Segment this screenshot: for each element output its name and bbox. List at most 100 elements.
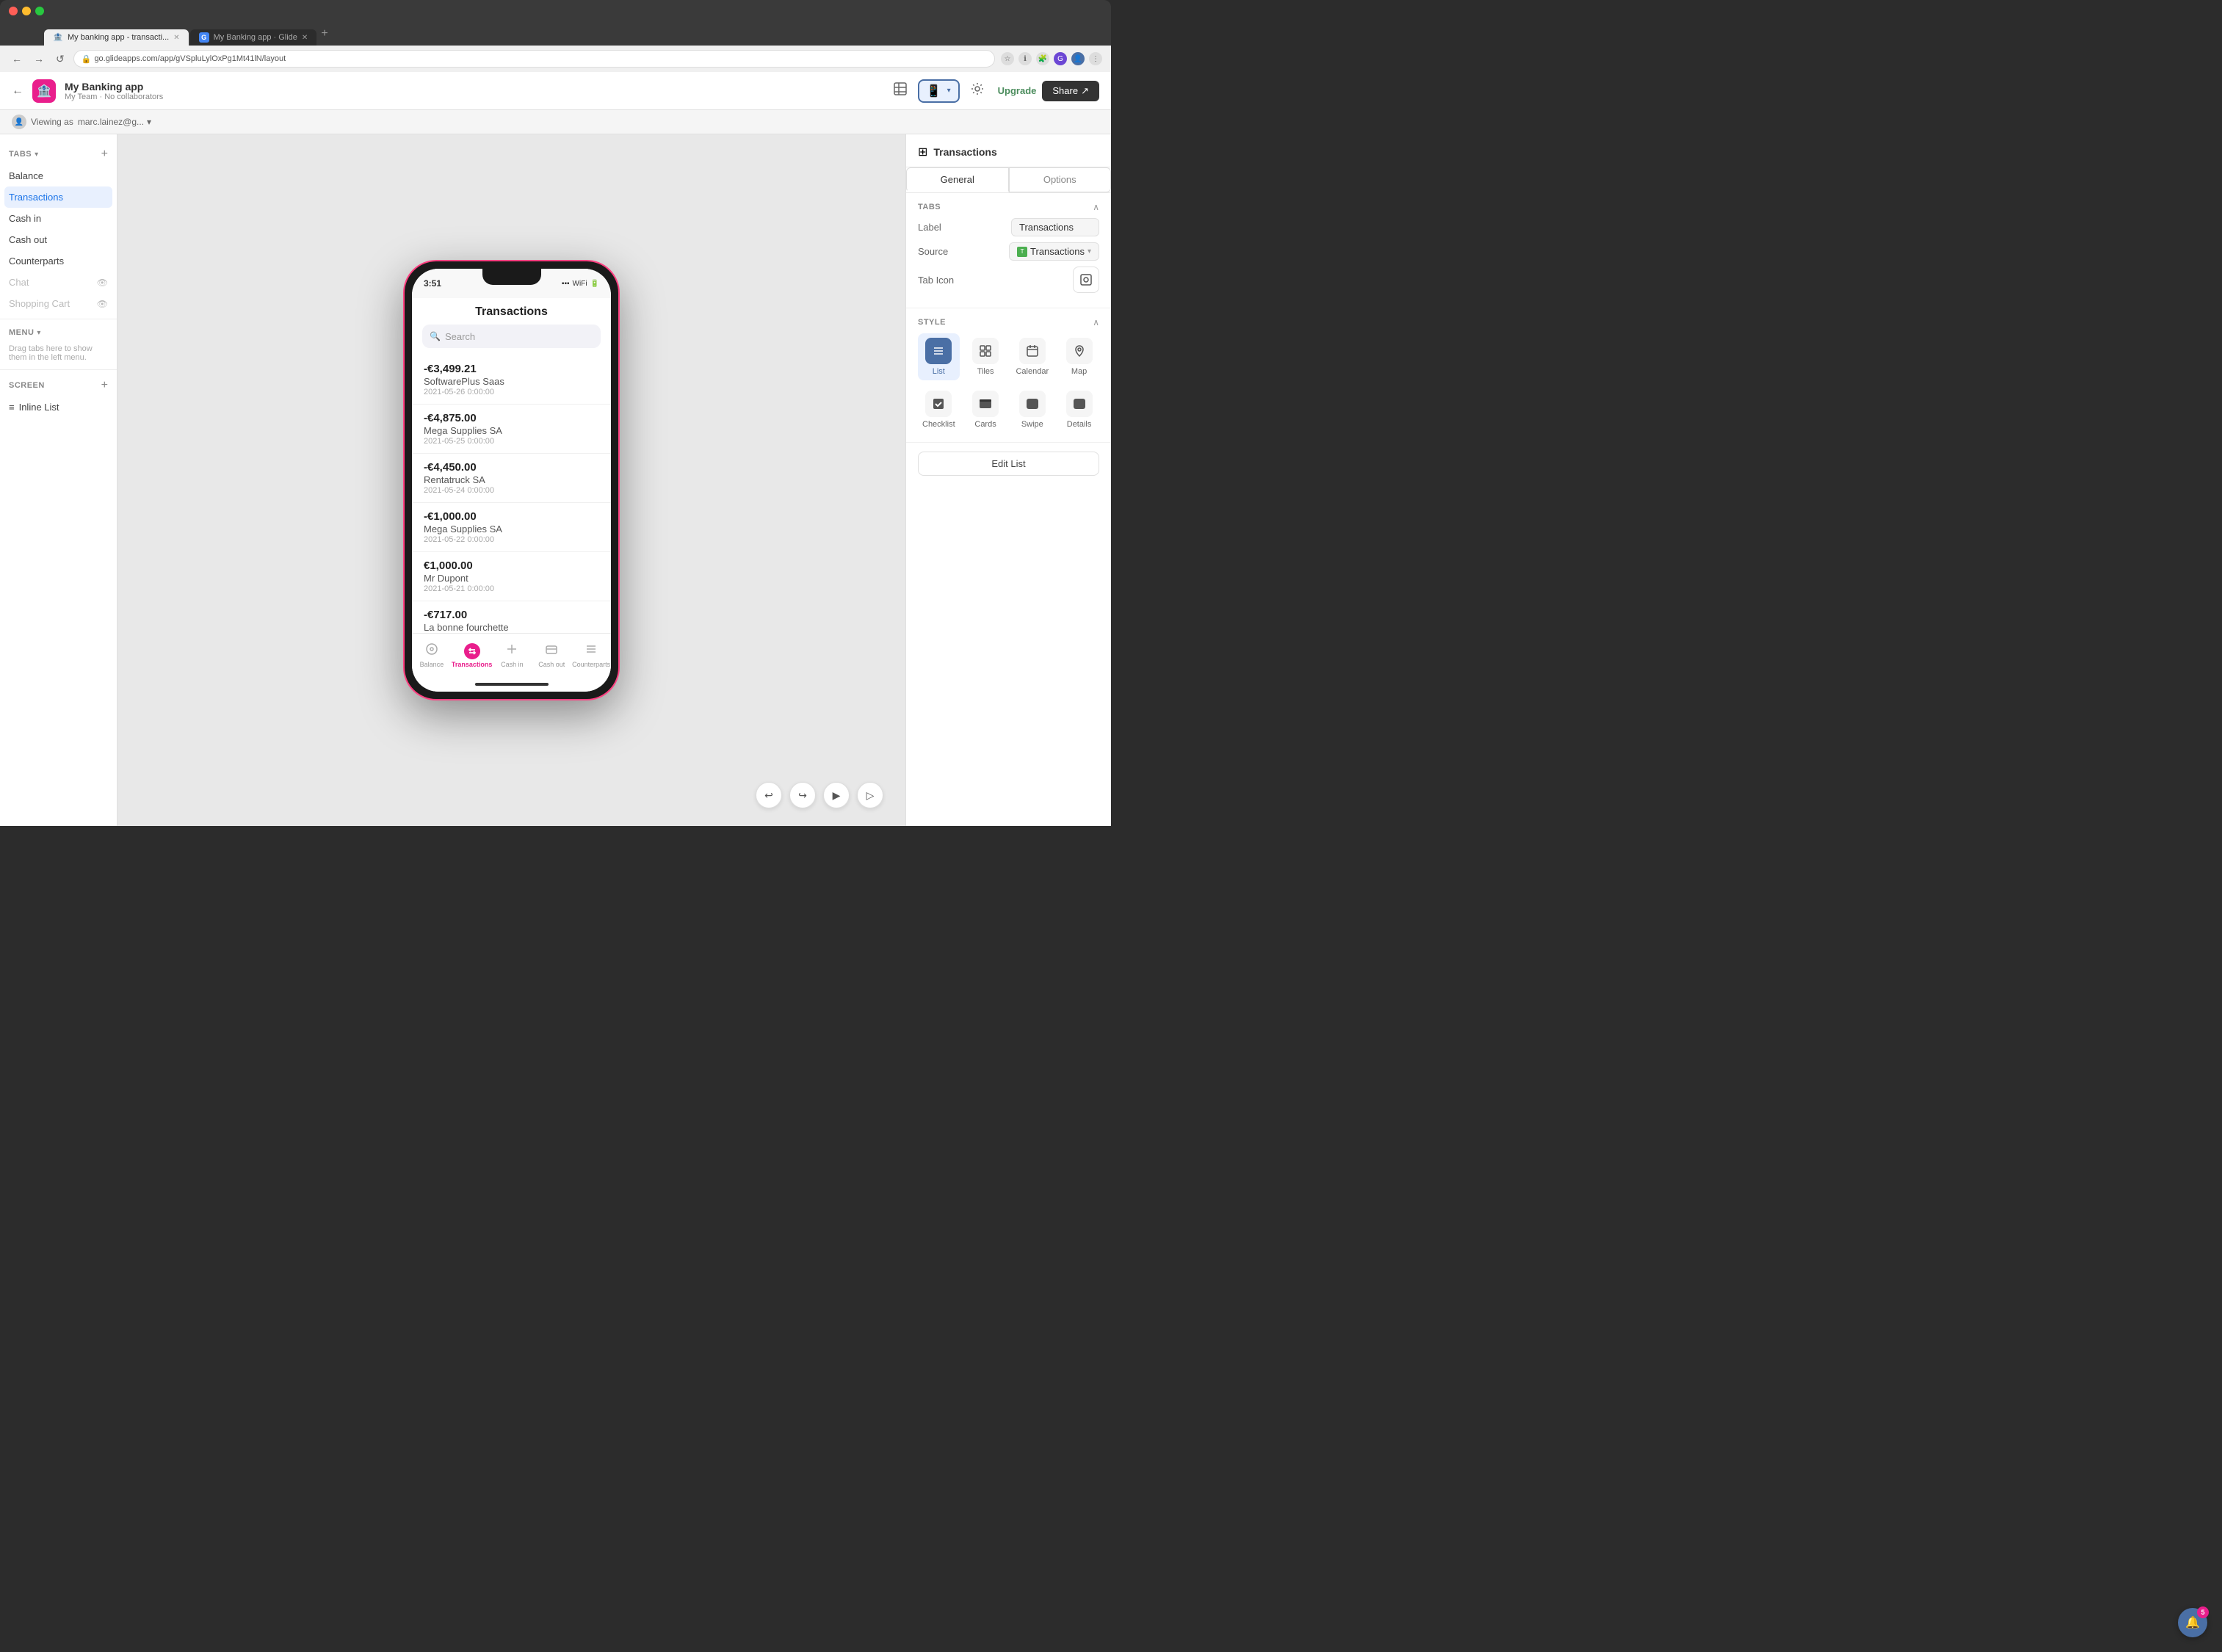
style-option-list[interactable]: List [918,333,960,380]
sidebar-item-label: Cash in [9,213,41,224]
phone-home-bar [412,677,611,692]
label-field-value[interactable]: Transactions [1011,218,1099,236]
style-option-calendar[interactable]: Calendar [1011,333,1053,380]
source-field-value[interactable]: T Transactions ▾ [1009,242,1099,261]
upgrade-button[interactable]: Upgrade [998,85,1037,96]
panel-header-icon: ⊞ [918,145,927,159]
sidebar-item-transactions[interactable]: Transactions [4,186,112,208]
forward-button[interactable]: → [31,50,47,68]
app-back-button[interactable]: ← [12,84,23,98]
viewing-user-dropdown[interactable]: marc.lainez@g... ▾ [78,117,151,127]
style-option-details[interactable]: Details [1059,386,1099,433]
panel-tabs: General Options [906,167,1111,193]
phone-nav-counterparts[interactable]: Counterparts [571,642,611,668]
counterparts-nav-label: Counterparts [572,661,610,668]
phone-search-bar[interactable]: 🔍 Search [422,325,601,348]
app-content: ← 🏦 My Banking app My Team · No collabor… [0,72,1111,826]
settings-button[interactable] [966,77,989,104]
sidebar-item-balance[interactable]: Balance [0,165,117,186]
panel-tab-general[interactable]: General [906,167,1009,192]
phone-nav-transactions[interactable]: Transactions [452,643,493,668]
bookmark-icon[interactable]: ☆ [1001,52,1014,65]
style-section: STYLE ∧ List [906,308,1111,443]
style-option-label: Map [1071,367,1087,376]
browser-tab-inactive[interactable]: G My Banking app · Glide ✕ [190,29,317,46]
tabs-section-collapse-icon: ∧ [1093,202,1099,212]
undo-button[interactable]: ↩ [756,782,782,808]
notification-badge: 5 [2197,1606,2209,1618]
transaction-item-5[interactable]: -€717.00 La bonne fourchette 2021-05-20 … [412,601,611,633]
browser-titlebar [0,0,1111,22]
add-tab-button[interactable]: + [101,148,108,161]
tab-close-button-2[interactable]: ✕ [302,34,308,42]
redo-button[interactable]: ↪ [789,782,816,808]
extensions-icon[interactable]: 🧩 [1036,52,1049,65]
phone-nav-balance[interactable]: Balance [412,642,452,668]
new-tab-button[interactable]: + [318,24,330,43]
tabs-collapse-icon[interactable]: ▾ [35,151,38,159]
url-bar[interactable]: 🔒 go.glideapps.com/app/gVSpluLylOxPg1Mt4… [73,50,995,68]
header-center-controls: 📱 ▾ [889,77,989,104]
info-icon[interactable]: ℹ [1018,52,1032,65]
viewing-dropdown-icon: ▾ [147,117,151,127]
profile-icon[interactable]: 👤 [1071,52,1085,65]
style-option-cards[interactable]: Cards [966,386,1006,433]
browser-tab-active[interactable]: 🏦 My banking app - transacti... ✕ [44,29,189,46]
send-button[interactable]: ▷ [857,782,883,808]
panel-title: Transactions [933,146,996,158]
close-window-button[interactable] [9,7,18,15]
table-view-button[interactable] [889,77,912,104]
transaction-date: 2021-05-26 0:00:00 [424,388,599,396]
notification-bell[interactable]: 🔔 5 [2178,1608,2207,1637]
signal-icon: ▪▪▪ [562,280,570,288]
transaction-item-1[interactable]: -€4,875.00 Mega Supplies SA 2021-05-25 0… [412,405,611,454]
share-button[interactable]: Share ↗ [1042,81,1099,101]
style-option-tiles[interactable]: Tiles [966,333,1006,380]
minimize-window-button[interactable] [22,7,31,15]
transaction-date: 2021-05-21 0:00:00 [424,584,599,593]
tab-close-button[interactable]: ✕ [173,34,179,42]
source-dropdown-arrow: ▾ [1088,247,1091,256]
bell-icon: 🔔 [2185,1615,2200,1630]
maximize-window-button[interactable] [35,7,44,15]
sidebar-item-counterparts[interactable]: Counterparts [0,250,117,272]
tab-icon-box[interactable] [1073,267,1099,293]
transaction-name: Rentatruck SA [424,474,599,485]
add-screen-button[interactable]: + [101,379,108,392]
app-header: ← 🏦 My Banking app My Team · No collabor… [0,72,1111,110]
url-text: go.glideapps.com/app/gVSpluLylOxPg1Mt41l… [94,54,286,63]
balance-nav-icon [425,642,438,659]
mobile-icon: 📱 [927,84,941,98]
transaction-item-2[interactable]: -€4,450.00 Rentatruck SA 2021-05-24 0:00… [412,454,611,503]
transaction-item-4[interactable]: €1,000.00 Mr Dupont 2021-05-21 0:00:00 [412,552,611,601]
transaction-amount: -€3,499.21 [424,363,599,375]
screen-section-header: SCREEN + [0,374,117,396]
panel-tab-options[interactable]: Options [1009,167,1112,192]
transaction-name: La bonne fourchette [424,622,599,633]
menu-icon[interactable]: ⋮ [1089,52,1102,65]
tiles-style-icon [972,338,999,364]
map-style-icon [1066,338,1093,364]
style-option-map[interactable]: Map [1059,333,1099,380]
sidebar-item-cash-in[interactable]: Cash in [0,208,117,229]
style-option-swipe[interactable]: Swipe [1011,386,1053,433]
device-dropdown-icon: ▾ [947,87,951,95]
style-section-header: STYLE ∧ [918,317,1099,327]
sidebar-screen-inline-list[interactable]: ≡ Inline List [0,396,117,418]
play-button[interactable]: ▶ [823,782,850,808]
source-row: Source T Transactions ▾ [918,242,1099,261]
transaction-item-3[interactable]: -€1,000.00 Mega Supplies SA 2021-05-22 0… [412,503,611,552]
home-indicator [475,683,549,686]
transaction-item-0[interactable]: -€3,499.21 SoftwarePlus Saas 2021-05-26 … [412,355,611,405]
phone-nav-cash-out[interactable]: Cash out [532,642,571,668]
phone-nav-cash-in[interactable]: Cash in [492,642,532,668]
device-toggle-button[interactable]: 📱 ▾ [918,79,960,103]
style-option-checklist[interactable]: Checklist [918,386,960,433]
glide-extension-icon[interactable]: G [1054,52,1067,65]
sidebar-item-cash-out[interactable]: Cash out [0,229,117,250]
edit-list-button[interactable]: Edit List [918,452,1099,476]
menu-collapse-icon[interactable]: ▾ [37,329,40,337]
back-button[interactable]: ← [9,50,25,68]
tabs-config-header: TABS ∧ [918,202,1099,212]
reload-button[interactable]: ↺ [53,50,68,68]
